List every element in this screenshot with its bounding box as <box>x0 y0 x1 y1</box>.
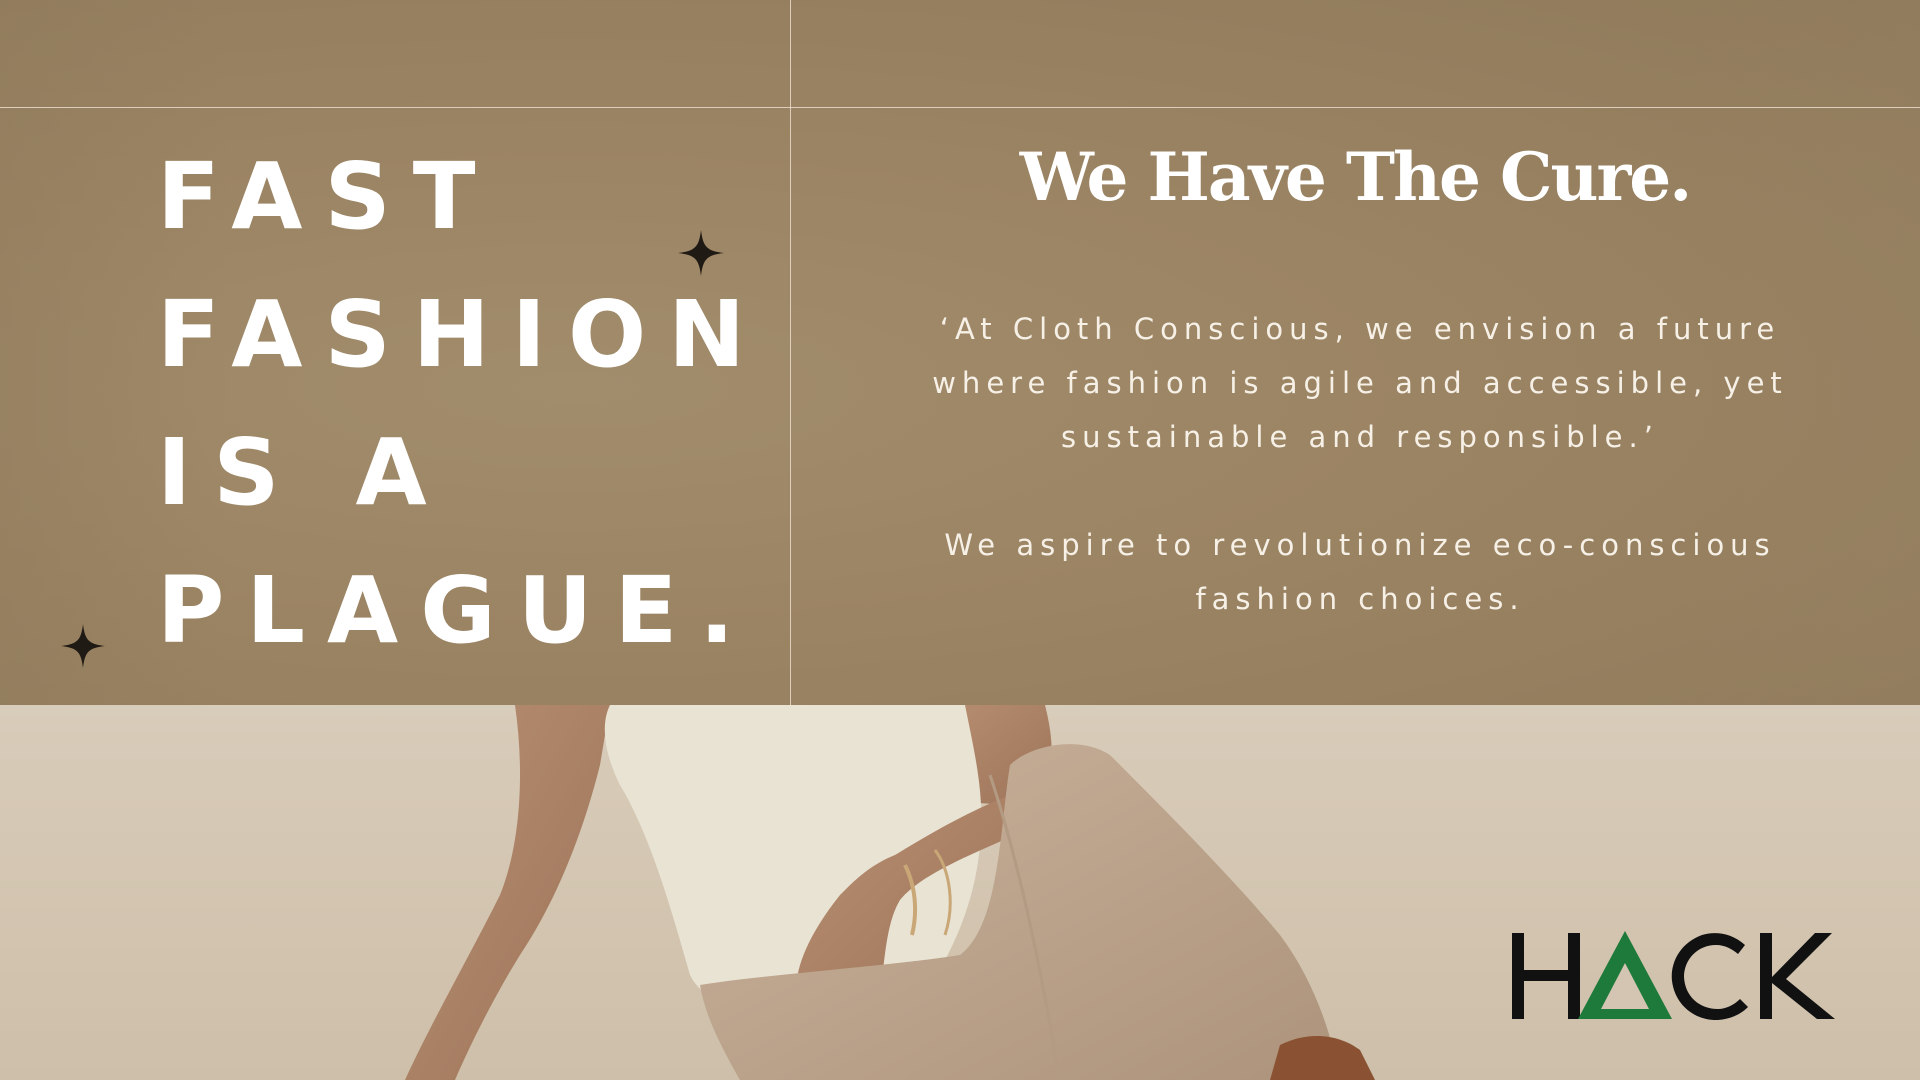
headline-line-1: FAST <box>157 143 498 250</box>
headline-line-3: IS A <box>157 419 449 526</box>
headline-line-2: FASHION <box>157 281 768 388</box>
vertical-divider <box>790 0 791 705</box>
cure-title: We Have The Cure. <box>1019 138 1692 216</box>
hack-logo <box>1510 925 1840 1029</box>
aspiration-text: We aspire to revolutionize eco-conscious… <box>944 528 1776 616</box>
headline: FAST FASHION IS A PLAGUE. <box>157 128 767 680</box>
headline-line-4: PLAGUE. <box>157 557 757 664</box>
horizontal-divider <box>0 107 1920 108</box>
mission-quote: ‘At Cloth Conscious, we envision a futur… <box>932 312 1788 454</box>
sparkle-icon <box>61 624 105 668</box>
sparkle-icon <box>678 230 724 276</box>
